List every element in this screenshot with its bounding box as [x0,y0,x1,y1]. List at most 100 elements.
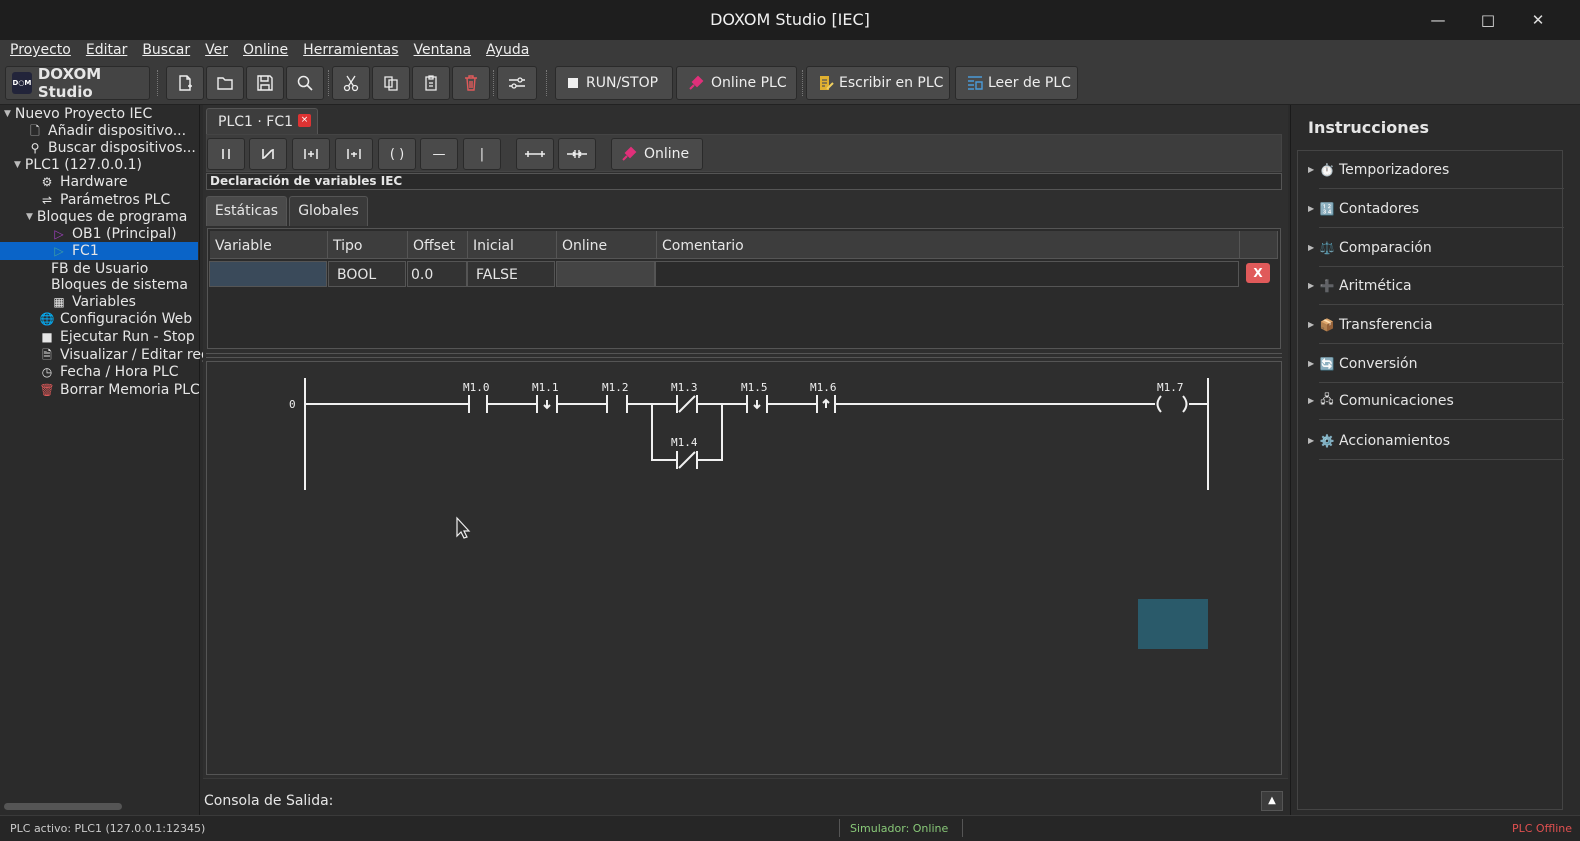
cell-comentario[interactable] [655,261,1239,287]
tree-item-project[interactable]: ▼ Nuevo Proyecto IEC [4,105,152,123]
tab-estaticas[interactable]: Estáticas [206,196,287,226]
run-stop-button[interactable]: RUN/STOP [555,66,673,100]
block-icon: ▷ [54,227,64,241]
search-button[interactable] [286,66,324,100]
online-plc-button[interactable]: Online PLC [676,66,797,100]
open-branch-button[interactable] [516,138,554,170]
expand-arrow-icon[interactable]: ▶ [1308,165,1314,174]
close-button[interactable]: ✕ [1518,6,1558,34]
column-header-offset: Offset [408,231,468,259]
menu-herramientas[interactable]: Herramientas [293,40,403,58]
category-aritmetica[interactable]: ▶ ➕ Aritmética [1308,267,1564,305]
menu-online[interactable]: Online [233,40,293,58]
no-contact-button[interactable] [207,138,245,170]
expand-arrow-icon[interactable]: ▶ [1308,320,1314,329]
cell-variable[interactable] [209,261,327,287]
tab-globales[interactable]: Globales [289,196,368,226]
copy-button[interactable] [372,66,410,100]
splitter-handle[interactable] [206,353,1282,358]
column-header-actions [1240,231,1278,259]
hline-button[interactable]: — [420,138,458,170]
tab-close-icon[interactable]: × [298,114,311,127]
tree-item-variables[interactable]: ▦ Variables [52,293,136,311]
category-contadores[interactable]: ▶ 🔢 Contadores [1308,190,1564,228]
tree-item-plc1[interactable]: ▼ PLC1 (127.0.0.1) [14,156,142,174]
console-toggle-button[interactable]: ▲ [1261,791,1283,811]
cell-tipo[interactable]: BOOL [328,261,406,287]
category-temporizadores[interactable]: ▶ ⏱️ Temporizadores [1308,151,1564,189]
expand-arrow-icon[interactable]: ▼ [14,156,21,174]
n-contact-button[interactable] [335,138,373,170]
expand-arrow-icon[interactable]: ▶ [1308,204,1314,213]
expand-arrow-icon[interactable]: ▼ [4,105,11,123]
write-plc-button[interactable]: Escribir en PLC [806,66,950,100]
category-accionamientos[interactable]: ▶ ⚙️ Accionamientos [1308,422,1564,460]
active-plc-status: PLC activo: PLC1 (127.0.0.1:12345) [10,822,206,835]
category-comunicaciones[interactable]: ▶ 🖧 Comunicaciones [1308,382,1564,420]
category-conversion[interactable]: ▶ 🔄 Conversión [1308,345,1564,383]
expand-arrow-icon[interactable]: ▶ [1308,281,1314,290]
save-button[interactable] [246,66,284,100]
tab-plc1-fc1[interactable]: PLC1 · FC1 × [206,108,318,134]
convert-icon: 🔄 [1319,356,1335,371]
document-icon: 🗎 [42,348,52,362]
menu-buscar[interactable]: Buscar [132,40,195,58]
tree-item-program-blocks[interactable]: ▼ Bloques de programa [26,208,187,226]
tree-item-web-config[interactable]: 🌐 Configuración Web [40,310,193,328]
delete-button[interactable] [452,66,490,100]
tree-item-hardware[interactable]: ⚙ Hardware [40,173,128,191]
negative-edge-icon [347,149,361,159]
expand-arrow-icon[interactable]: ▶ [1308,396,1314,405]
nc-contact-button[interactable] [249,138,287,170]
menu-editar[interactable]: Editar [76,40,132,58]
paste-button[interactable] [412,66,450,100]
cut-button[interactable] [332,66,370,100]
tree-item-run-stop[interactable]: ■ Ejecutar Run - Stop [40,328,195,346]
tree-item-registers[interactable]: 🗎 Visualizar / Editar regis [40,346,221,364]
open-button[interactable] [206,66,244,100]
ladder-online-button[interactable]: Online [611,138,703,170]
tree-item-system-blocks[interactable]: Bloques de sistema [51,276,188,294]
expand-arrow-icon[interactable]: ▶ [1308,436,1314,445]
close-branch-button[interactable] [558,138,596,170]
no-contact-icon [222,149,230,159]
instructions-panel: Instrucciones ▶ ⏱️ Temporizadores ▶ 🔢 Contad… [1290,105,1580,815]
menu-ayuda[interactable]: Ayuda [476,40,534,58]
tree-item-erase-memory[interactable]: 🗑 Borrar Memoria PLC [39,381,199,399]
cell-offset[interactable]: 0.0 [407,261,467,287]
tree-horizontal-scrollbar[interactable] [4,803,122,810]
contact-label: M1.1 [532,381,559,394]
coil-button[interactable]: ( ) [378,138,416,170]
p-contact-button[interactable] [292,138,330,170]
contact-m16 [816,395,836,413]
cell-inicial[interactable]: FALSE [467,261,555,287]
tree-item-datetime[interactable]: ◷ Fecha / Hora PLC [40,363,179,381]
search-icon: ⚲ [30,141,40,155]
minimize-button[interactable]: — [1418,6,1458,34]
expand-arrow-icon[interactable]: ▼ [26,208,33,226]
tree-item-search-devices[interactable]: ⚲ Buscar dispositivos... [28,139,196,157]
menu-ventana[interactable]: Ventana [404,40,477,58]
expand-arrow-icon[interactable]: ▶ [1308,243,1314,252]
maximize-button[interactable]: □ [1468,6,1508,34]
tree-item-fc1[interactable]: ▷ FC1 [52,242,98,260]
delete-row-button[interactable]: X [1246,263,1270,283]
ladder-diagram: 0 M1.0 M1.1 M1.2 M1.3 M1.4 M1.5 M1.6 M1.… [289,378,1209,649]
category-transferencia[interactable]: ▶ 📦 Transferencia [1308,306,1564,344]
menu-proyecto[interactable]: Proyecto [0,40,76,58]
read-plc-button[interactable]: Leer de PLC [955,66,1078,100]
ladder-canvas[interactable]: 0 M1.0 M1.1 M1.2 M1.3 M1.4 M1.5 M1.6 M1.… [206,361,1282,775]
expand-arrow-icon[interactable]: ▶ [1308,359,1314,368]
counter-icon: 🔢 [1319,201,1335,216]
tree-item-add-device[interactable]: 🗋 Añadir dispositivo... [28,122,186,140]
scissors-icon [343,75,359,92]
contact-label: M1.3 [671,381,698,394]
vline-button[interactable]: | [463,138,501,170]
tree-item-parameters[interactable]: ⇌ Parámetros PLC [40,191,170,209]
menu-ver[interactable]: Ver [195,40,233,58]
new-file-button[interactable] [166,66,204,100]
category-comparacion[interactable]: ▶ ⚖️ Comparación [1308,229,1564,267]
settings-button[interactable] [497,66,537,100]
simulator-status: Simulador: Online [839,819,964,837]
tree-item-ob1[interactable]: ▷ OB1 (Principal) [52,225,176,243]
